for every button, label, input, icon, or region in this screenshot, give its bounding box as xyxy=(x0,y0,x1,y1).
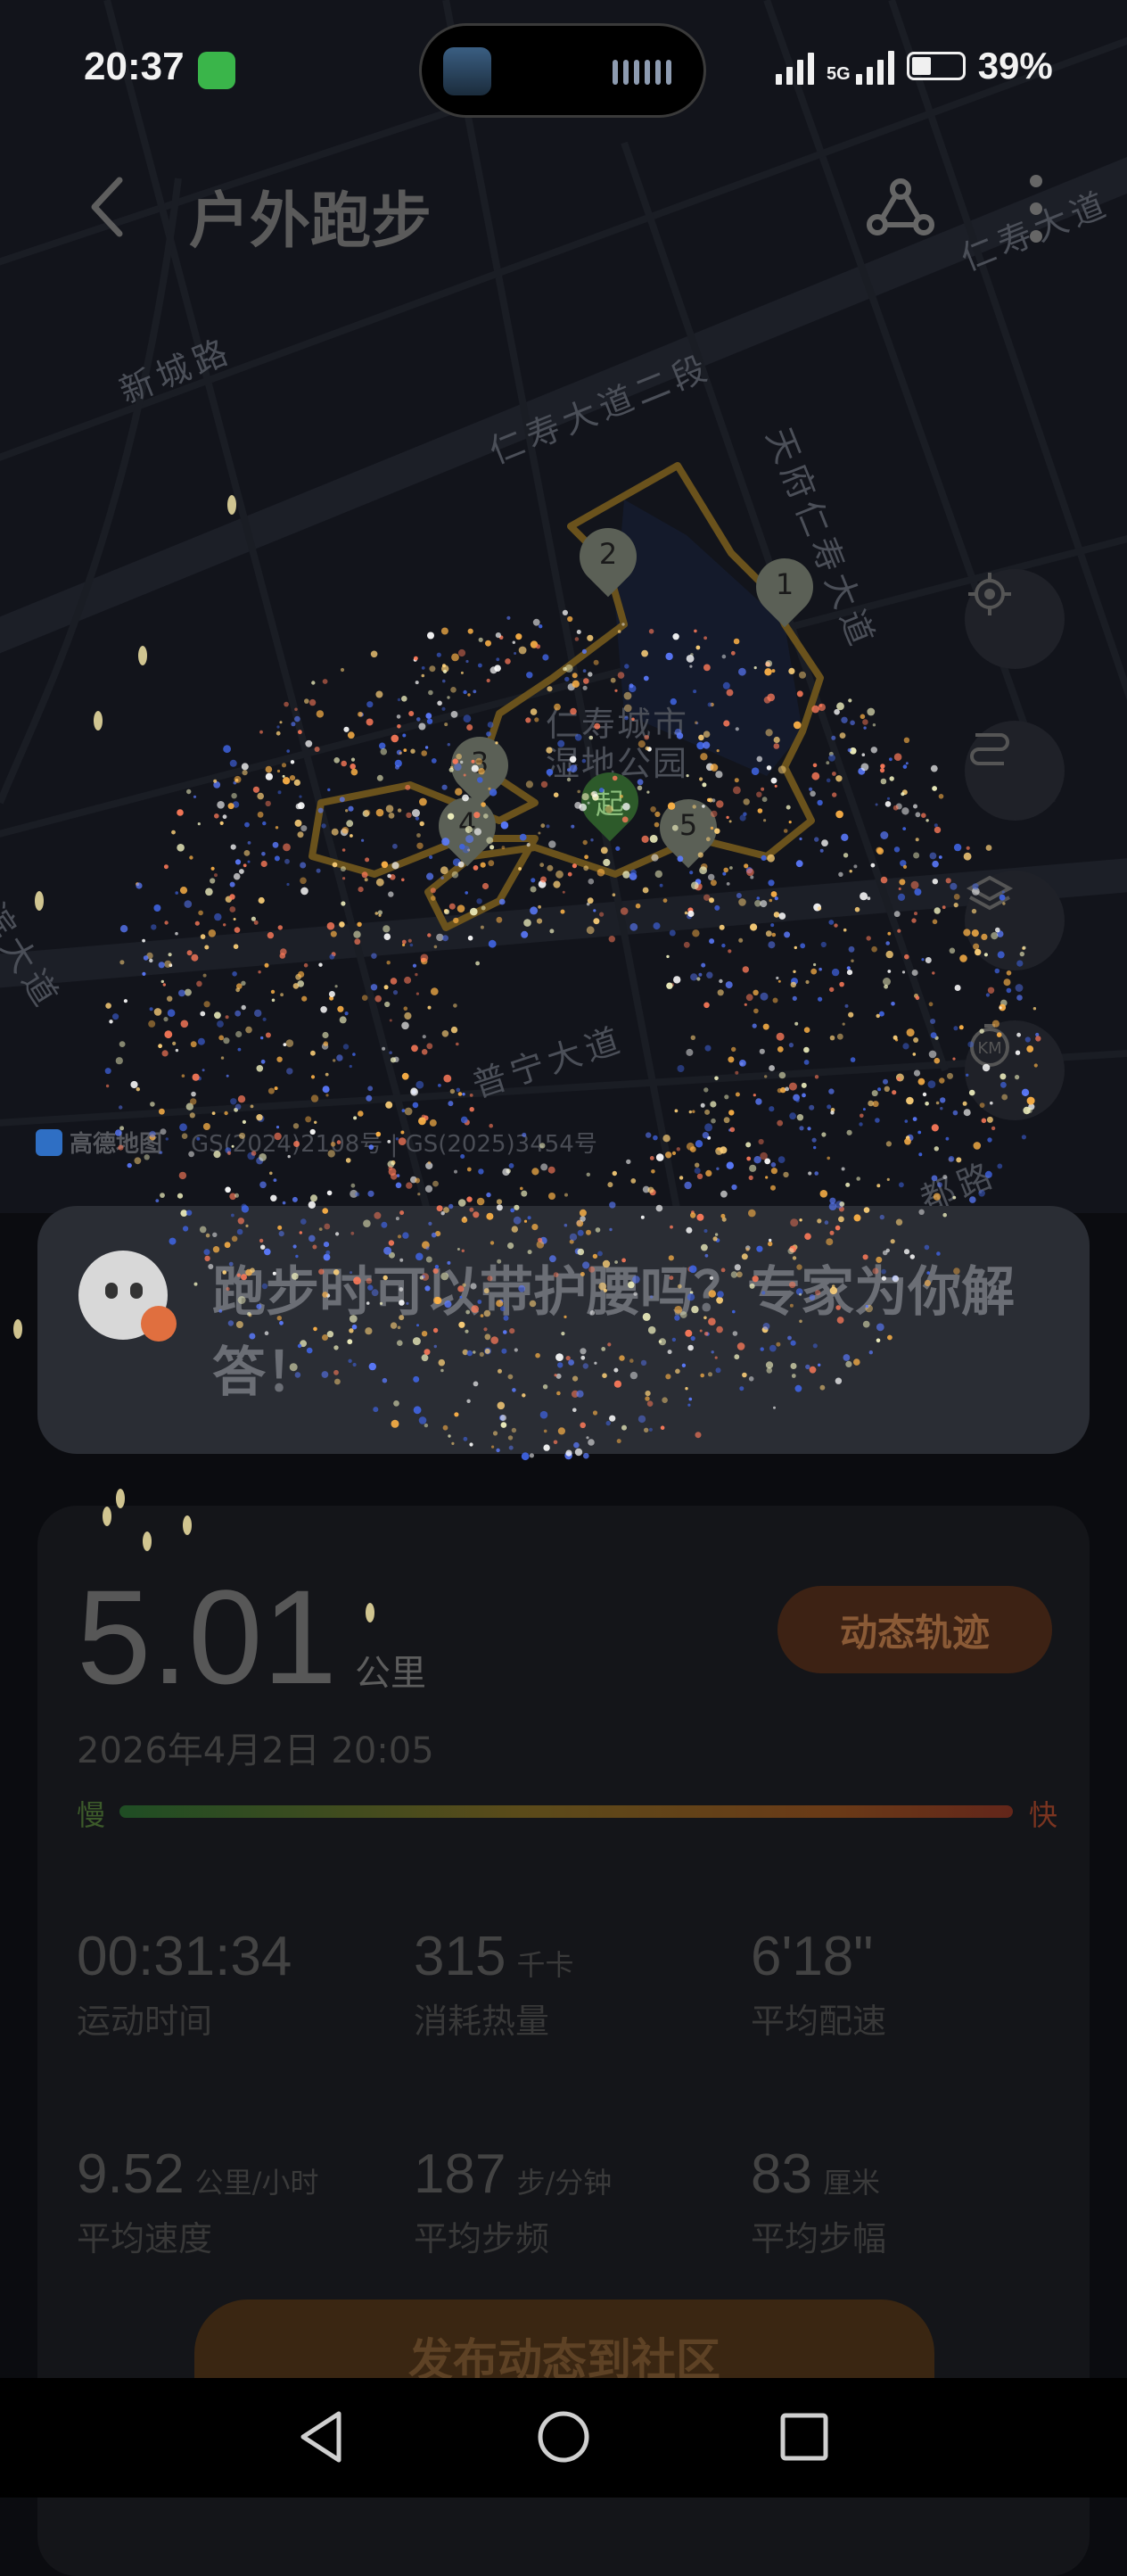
locate-button[interactable] xyxy=(965,569,1065,669)
nav-back-button[interactable] xyxy=(294,2408,351,2465)
pace-legend: 慢 快 xyxy=(77,1793,1057,1832)
circle-home-icon xyxy=(538,2411,589,2463)
layers-button[interactable] xyxy=(965,871,1065,970)
metric-label: 运动时间 xyxy=(77,2002,213,2041)
battery-percent: 39% xyxy=(977,45,1053,87)
metric-unit: 公里/小时 xyxy=(194,2166,319,2200)
signal-5g-icon xyxy=(855,47,894,85)
map-credit: 高德地图 GS(2024)2108号 | GS(2025)3454号 xyxy=(36,1126,597,1159)
map-credit-logo-text: 高德地图 xyxy=(70,1131,163,1158)
nav-home-button[interactable] xyxy=(535,2408,592,2465)
metric-unit: 千卡 xyxy=(516,1948,574,1982)
route-share-icon xyxy=(867,178,934,235)
metric-label: 平均配速 xyxy=(751,2002,887,2041)
nav-recents-button[interactable] xyxy=(776,2408,833,2465)
metric-label: 平均速度 xyxy=(77,2219,213,2258)
distance-unit: 公里 xyxy=(355,1653,426,1694)
distance-value: 5.01 xyxy=(77,1562,337,1712)
audio-bars-icon xyxy=(613,60,671,85)
route-toggle-button[interactable] xyxy=(965,721,1065,821)
metric-label: 消耗热量 xyxy=(414,2002,550,2041)
metric-value: 00:31:34 xyxy=(77,1926,292,1987)
metric-label: 平均步频 xyxy=(414,2219,550,2258)
pace-slow-label: 慢 xyxy=(77,1798,106,1832)
start-marker[interactable]: 起 xyxy=(569,760,651,844)
metric-calories: 315 千卡 消耗热量 xyxy=(414,1925,735,2043)
status-indicators: 5G 39% xyxy=(776,45,1053,87)
amap-logo-icon xyxy=(36,1128,62,1156)
route-map[interactable]: 新城路 仁寿大道二段 天府仁寿大道 仁寿大道 普宁大道 仁寿城市湿地公园 都路 … xyxy=(0,0,1127,1213)
metric-unit: 厘米 xyxy=(822,2166,880,2200)
svg-text:KM: KM xyxy=(977,1039,1001,1058)
metric-avg-pace: 6'18" 平均配速 xyxy=(751,1925,1072,2043)
square-recents-icon xyxy=(780,2413,828,2461)
page-title: 户外跑步 xyxy=(189,186,432,257)
route-share-button[interactable] xyxy=(865,178,936,241)
more-vertical-icon[interactable] xyxy=(1025,175,1047,243)
chevron-left-icon xyxy=(91,177,123,237)
km-toggle-button[interactable]: KM xyxy=(965,1020,1065,1120)
system-nav-bar xyxy=(0,2378,1127,2498)
back-button[interactable] xyxy=(87,175,127,239)
dynamic-island[interactable] xyxy=(419,23,706,118)
metric-avg-speed: 9.52 公里/小时 平均速度 xyxy=(77,2143,398,2260)
firework-ember xyxy=(13,1319,22,1339)
km-marker-4[interactable]: 4 xyxy=(426,785,508,869)
metric-duration: 00:31:34 运动时间 xyxy=(77,1925,398,2043)
media-thumbnail xyxy=(443,47,491,95)
km-marker-5[interactable]: 5 xyxy=(647,787,729,871)
metric-stride: 83 厘米 平均步幅 xyxy=(751,2143,1072,2260)
battery-icon xyxy=(906,52,966,80)
metric-value: 6'18" xyxy=(751,1926,874,1987)
metric-value: 83 xyxy=(751,2143,812,2205)
status-bar: 20:37 5G 39% xyxy=(0,0,1127,143)
pace-fast-label: 快 xyxy=(1028,1798,1057,1832)
network-type: 5G xyxy=(827,64,851,84)
expert-tip-card[interactable]: 跑步时可以带护腰吗？专家为你解答！ xyxy=(37,1206,1090,1454)
layers-icon xyxy=(966,875,1014,911)
dynamic-track-button[interactable]: 动态轨迹 xyxy=(777,1586,1052,1673)
signal-icon xyxy=(776,47,814,85)
metric-value: 9.52 xyxy=(77,2143,185,2205)
pace-gradient-bar xyxy=(119,1805,1013,1818)
locate-icon xyxy=(968,573,1011,615)
wechat-notification-icon xyxy=(198,52,235,89)
status-time: 20:37 xyxy=(84,45,185,88)
expert-tip-text: 跑步时可以带护腰吗？专家为你解答！ xyxy=(212,1261,1015,1404)
km-marker-1[interactable]: 1 xyxy=(744,546,826,630)
run-date: 2026年4月2日 20:05 xyxy=(77,1730,434,1771)
metric-unit: 步/分钟 xyxy=(516,2166,613,2200)
km-marker-icon: KM xyxy=(970,1024,1009,1067)
metric-value: 315 xyxy=(414,1926,506,1987)
metric-label: 平均步幅 xyxy=(751,2219,887,2258)
park-label: 仁寿城市湿地公园 xyxy=(546,705,689,783)
km-marker-2[interactable]: 2 xyxy=(567,516,649,599)
metric-cadence: 187 步/分钟 平均步频 xyxy=(414,2143,735,2260)
map-credit-text: GS(2024)2108号 | GS(2025)3454号 xyxy=(191,1131,597,1158)
verified-badge-icon xyxy=(141,1306,177,1342)
route-toggle-icon xyxy=(970,733,1009,765)
assistant-avatar-icon xyxy=(78,1251,177,1342)
triangle-back-icon xyxy=(300,2411,341,2463)
metric-value: 187 xyxy=(414,2143,506,2205)
